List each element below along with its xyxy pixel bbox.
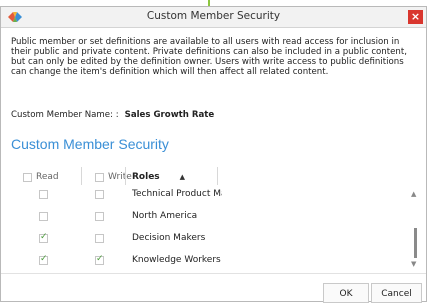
section-title: Custom Member Security: [11, 136, 169, 152]
read-checkbox[interactable]: [39, 212, 48, 221]
header-read[interactable]: Read: [23, 168, 59, 186]
custom-member-security-dialog: Custom Member Security × Public member o…: [0, 6, 427, 303]
table-row: Knowledge Workers: [1, 251, 401, 273]
column-separator: [81, 167, 82, 185]
role-label: Knowledge Workers: [132, 255, 221, 265]
scroll-down-icon[interactable]: ▼: [411, 260, 416, 268]
column-separator: [217, 167, 218, 185]
header-roles-label: Roles: [132, 172, 160, 182]
write-checkbox[interactable]: [95, 234, 104, 243]
name-label: Custom Member Name: :: [11, 110, 119, 120]
role-label: North America: [132, 211, 198, 221]
read-checkbox[interactable]: [39, 254, 48, 265]
custom-member-name-row: Custom Member Name: : Sales Growth Rate: [11, 110, 214, 120]
read-checkbox[interactable]: [39, 232, 48, 243]
header-write-label: Write: [108, 172, 132, 182]
header-read-label: Read: [36, 172, 59, 182]
close-button[interactable]: ×: [408, 10, 423, 24]
write-all-checkbox[interactable]: [95, 172, 104, 182]
ok-button[interactable]: OK: [323, 283, 369, 303]
table-row: North America: [1, 207, 401, 229]
read-checkbox[interactable]: [39, 190, 48, 199]
header-write[interactable]: Write: [95, 168, 132, 186]
role-label: Decision Makers: [132, 233, 206, 243]
header-roles[interactable]: Roles ▲: [132, 168, 185, 186]
title-bar: Custom Member Security ×: [1, 7, 426, 28]
dialog-title: Custom Member Security: [146, 10, 281, 22]
write-checkbox[interactable]: [95, 254, 104, 265]
table-row: Technical Product Ma: [1, 185, 401, 207]
description-text: Public member or set definitions are ava…: [11, 37, 407, 77]
table-row: Decision Makers: [1, 229, 401, 251]
vertical-scrollbar[interactable]: ▲ ▼: [410, 182, 420, 274]
footer-divider: [1, 273, 426, 274]
cancel-button[interactable]: Cancel: [371, 283, 422, 303]
write-checkbox[interactable]: [95, 212, 104, 221]
role-label: Technical Product Ma: [132, 189, 222, 199]
sort-ascending-icon[interactable]: ▲: [180, 173, 185, 181]
read-all-checkbox[interactable]: [23, 172, 32, 182]
scroll-up-icon[interactable]: ▲: [411, 190, 416, 198]
name-value: Sales Growth Rate: [124, 110, 215, 120]
write-checkbox[interactable]: [95, 190, 104, 199]
scrollbar-thumb[interactable]: [414, 228, 417, 258]
column-separator: [125, 167, 126, 185]
